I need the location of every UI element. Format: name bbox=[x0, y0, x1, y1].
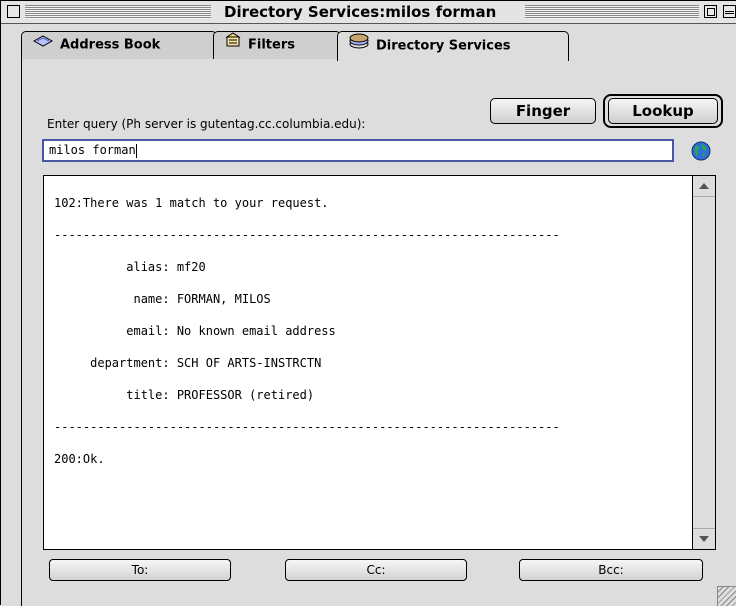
scroll-down-arrow-icon[interactable] bbox=[693, 528, 715, 549]
text-caret bbox=[135, 143, 137, 158]
title-bar-stripes-left bbox=[25, 5, 211, 19]
globe-icon[interactable] bbox=[691, 141, 711, 161]
directory-services-window: Directory Services:milos forman Address … bbox=[0, 0, 736, 606]
vertical-scrollbar[interactable] bbox=[692, 176, 715, 549]
tab-address-book[interactable]: Address Book bbox=[21, 31, 217, 59]
collapse-box[interactable] bbox=[723, 5, 736, 18]
window-title: Directory Services:milos forman bbox=[216, 2, 505, 22]
scroll-up-arrow-icon[interactable] bbox=[693, 176, 715, 197]
result-line: ----------------------------------------… bbox=[54, 228, 560, 242]
tab-directory-services[interactable]: Directory Services bbox=[337, 31, 569, 61]
tab-directory-services-label: Directory Services bbox=[376, 38, 511, 54]
query-input-value: milos forman bbox=[49, 143, 136, 157]
result-line: 200:Ok. bbox=[54, 452, 105, 466]
result-line: 102:There was 1 match to your request. bbox=[54, 196, 329, 210]
finger-button[interactable]: Finger bbox=[490, 98, 596, 124]
result-line: department: SCH OF ARTS-INSTRCTN bbox=[54, 356, 322, 370]
query-label: Enter query (Ph server is gutentag.cc.co… bbox=[47, 117, 366, 131]
tab-address-book-label: Address Book bbox=[60, 37, 161, 53]
result-line: name: FORMAN, MILOS bbox=[54, 292, 271, 306]
results-text: 102:There was 1 match to your request. -… bbox=[54, 179, 694, 499]
results-area[interactable]: 102:There was 1 match to your request. -… bbox=[43, 175, 716, 550]
result-line: email: No known email address bbox=[54, 324, 336, 338]
query-input[interactable]: milos forman bbox=[42, 139, 674, 162]
tab-filters-label: Filters bbox=[248, 37, 295, 53]
filters-icon bbox=[224, 32, 242, 58]
bcc-button[interactable]: Bcc: bbox=[519, 559, 703, 581]
address-book-icon bbox=[32, 32, 54, 58]
result-line: title: PROFESSOR (retired) bbox=[54, 388, 315, 402]
lookup-button[interactable]: Lookup bbox=[608, 98, 718, 124]
close-box[interactable] bbox=[7, 5, 20, 18]
result-line: ----------------------------------------… bbox=[54, 420, 560, 434]
resize-grip-icon[interactable] bbox=[717, 586, 736, 606]
to-button[interactable]: To: bbox=[49, 559, 231, 581]
title-bar-stripes-right bbox=[525, 5, 699, 19]
cc-button[interactable]: Cc: bbox=[285, 559, 467, 581]
zoom-box[interactable] bbox=[704, 5, 717, 18]
result-line: alias: mf20 bbox=[54, 260, 206, 274]
directory-services-icon bbox=[348, 32, 370, 60]
tab-filters[interactable]: Filters bbox=[213, 31, 341, 59]
title-bar[interactable]: Directory Services:milos forman bbox=[1, 1, 736, 24]
